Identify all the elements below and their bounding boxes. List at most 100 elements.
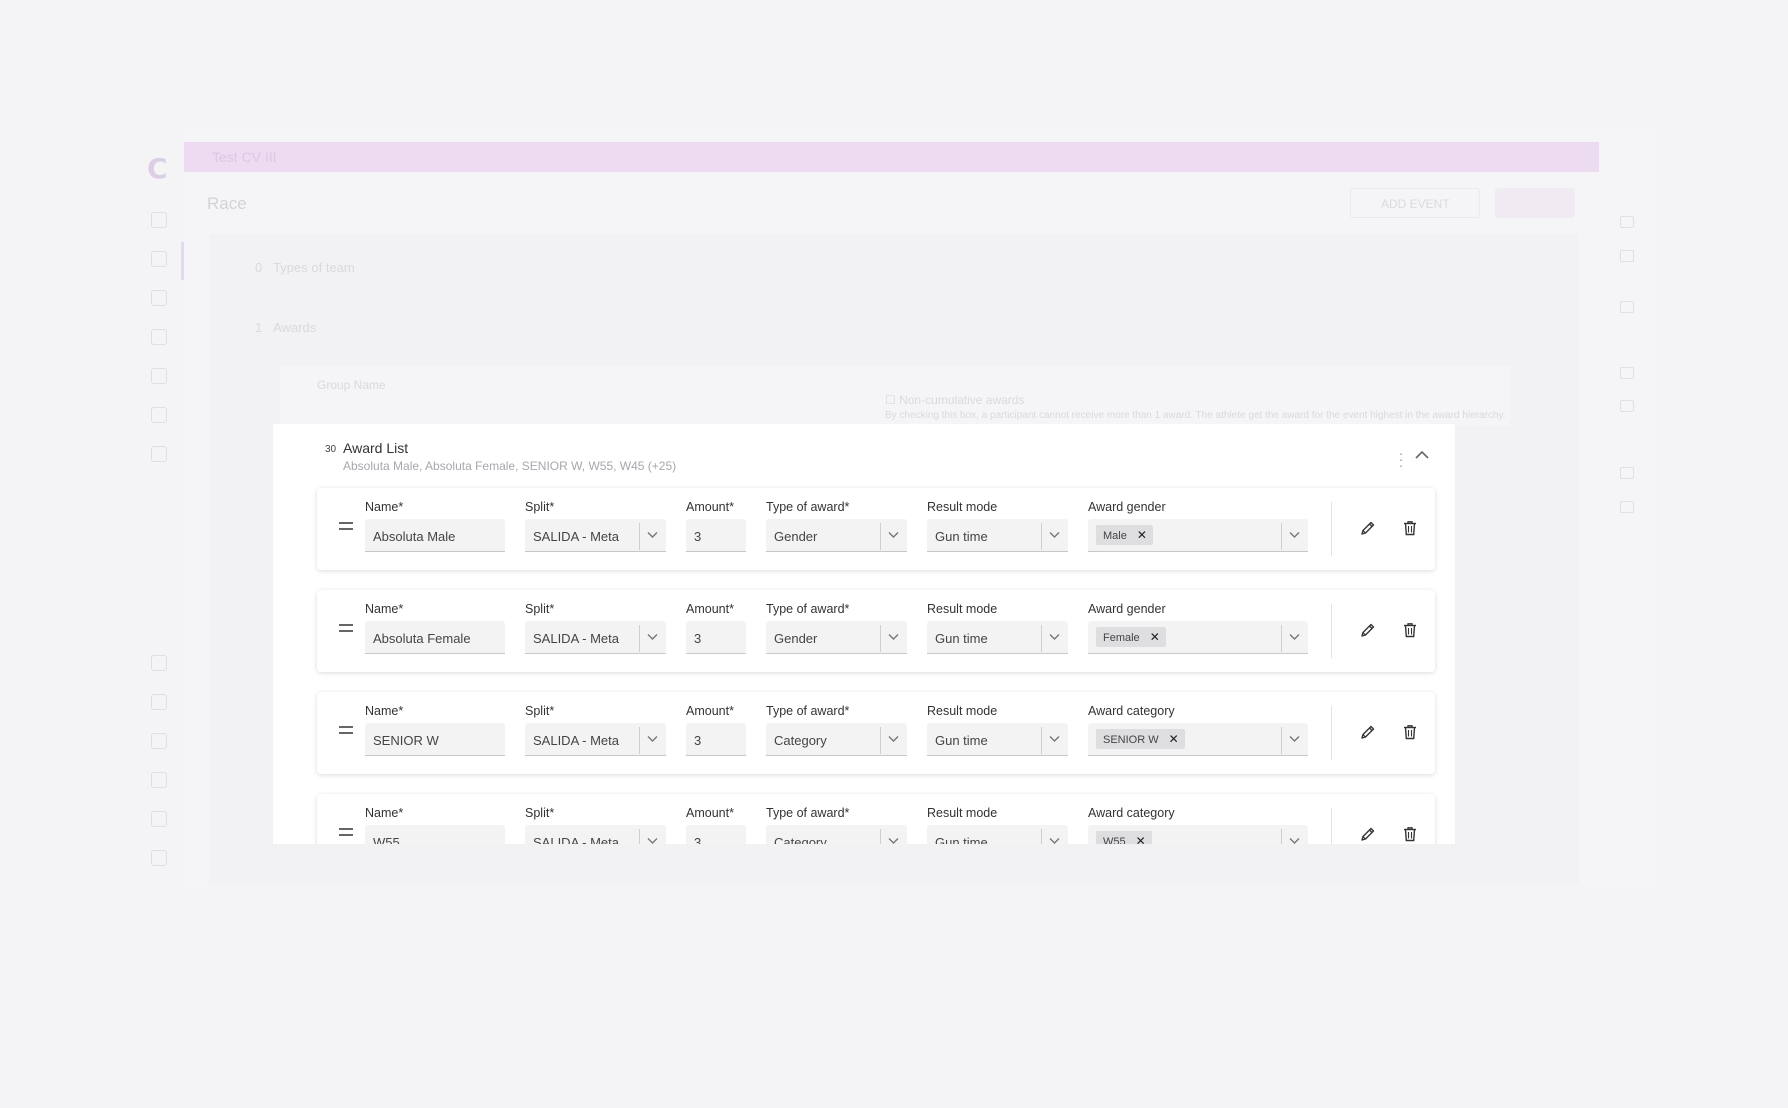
trophy-icon[interactable] (151, 251, 167, 267)
pencil-icon[interactable] (1360, 724, 1376, 740)
save-button[interactable] (1495, 188, 1575, 218)
amount-input[interactable]: 3 (686, 825, 746, 844)
grid-icon[interactable] (151, 446, 167, 462)
runner-icon[interactable] (151, 290, 167, 306)
chevron-down-icon (1049, 532, 1060, 538)
award-row: Name* W55 Split* SALIDA - Meta Amount* 3… (317, 794, 1435, 844)
remove-tag-icon[interactable]: ✕ (1136, 834, 1146, 844)
remove-tag-icon[interactable]: ✕ (1137, 528, 1147, 542)
amount-input[interactable]: 3 (686, 519, 746, 552)
drag-handle-icon[interactable] (339, 522, 353, 530)
section-types-of-team[interactable]: 0 Types of team (255, 260, 355, 275)
name-label: Name* (365, 602, 404, 616)
award-list-card: 30 Award List Absoluta Male, Absoluta Fe… (273, 424, 1455, 844)
filter-select[interactable]: Female ✕ (1088, 621, 1308, 654)
split-value: SALIDA - Meta (533, 631, 619, 646)
right-tool-rail (1600, 130, 1655, 885)
amount-input[interactable]: 3 (686, 621, 746, 654)
filter-select[interactable]: SENIOR W ✕ (1088, 723, 1308, 756)
chevron-down-icon (647, 736, 658, 742)
wifi-icon[interactable] (151, 655, 167, 671)
pencil-icon[interactable] (1360, 520, 1376, 536)
drag-handle-icon[interactable] (339, 726, 353, 734)
pencil-icon[interactable] (1360, 622, 1376, 638)
name-input[interactable]: SENIOR W (365, 723, 505, 756)
filter-select[interactable]: Male ✕ (1088, 519, 1308, 552)
name-input[interactable]: Absoluta Male (365, 519, 505, 552)
cloud-upload-icon[interactable] (1620, 501, 1634, 513)
clock-icon[interactable] (151, 407, 167, 423)
chart-icon[interactable] (151, 212, 167, 228)
type-select[interactable]: Category (766, 723, 907, 756)
filter-tag-label: Female (1103, 632, 1140, 644)
filter-field: Award gender Female ✕ (1088, 602, 1308, 654)
trash-icon[interactable] (1402, 724, 1418, 740)
event-selector[interactable]: Test CV III (212, 149, 277, 165)
split-label: Split* (525, 704, 555, 718)
type-select[interactable]: Category (766, 825, 907, 844)
row-divider (1331, 502, 1332, 556)
stopwatch-icon[interactable] (1620, 301, 1634, 313)
amount-label: Amount* (686, 602, 734, 616)
type-value: Gender (774, 529, 818, 544)
filter-tag: Female ✕ (1096, 627, 1166, 647)
chevron-down-icon (1289, 532, 1300, 538)
result-mode-select[interactable]: Gun time (927, 723, 1068, 756)
sync-icon[interactable] (151, 694, 167, 710)
download-icon[interactable] (1620, 216, 1634, 228)
drag-handle-icon[interactable] (339, 828, 353, 836)
logout-icon[interactable] (151, 850, 167, 866)
split-select[interactable]: SALIDA - Meta (525, 621, 666, 654)
add-event-button[interactable]: ADD EVENT (1350, 188, 1480, 218)
chevron-down-icon (647, 634, 658, 640)
result-mode-value: Gun time (935, 733, 988, 748)
help-icon[interactable] (151, 772, 167, 788)
monitor-icon[interactable] (1620, 400, 1634, 412)
filter-label: Award category (1088, 704, 1175, 718)
amount-field: Amount* 3 (686, 806, 746, 844)
document-icon[interactable] (151, 368, 167, 384)
split-select[interactable]: SALIDA - Meta (525, 723, 666, 756)
award-row: Name* Absoluta Male Split* SALIDA - Meta… (317, 488, 1435, 570)
amount-input[interactable]: 3 (686, 723, 746, 756)
type-label: Type of award* (766, 500, 850, 514)
split-label: Split* (525, 500, 555, 514)
pencil-icon[interactable] (1360, 826, 1376, 842)
type-select[interactable]: Gender (766, 519, 907, 552)
app-logo: C (147, 152, 168, 185)
filter-select[interactable]: W55 ✕ (1088, 825, 1308, 844)
chevron-down-icon (647, 532, 658, 538)
filter-field: Award category W55 ✕ (1088, 806, 1308, 844)
chevron-down-icon (647, 838, 658, 844)
name-input[interactable]: Absoluta Female (365, 621, 505, 654)
scan-icon[interactable] (151, 329, 167, 345)
split-select[interactable]: SALIDA - Meta (525, 825, 666, 844)
trash-icon[interactable] (1402, 520, 1418, 536)
type-select[interactable]: Gender (766, 621, 907, 654)
result-mode-select[interactable]: Gun time (927, 621, 1068, 654)
drag-handle-icon[interactable] (339, 624, 353, 632)
bug-icon[interactable] (151, 733, 167, 749)
file-icon[interactable] (1620, 250, 1634, 262)
more-options-icon[interactable]: · · · (1396, 446, 1406, 472)
settings-icon[interactable] (151, 811, 167, 827)
event-topbar: Test CV III (184, 142, 1599, 172)
remove-tag-icon[interactable]: ✕ (1169, 732, 1179, 746)
non-cumulative-checkbox[interactable]: ☐ Non-cumulative awards (885, 393, 1024, 407)
section-awards[interactable]: 1 Awards (255, 320, 316, 335)
result-mode-select[interactable]: Gun time (927, 519, 1068, 552)
nav-active-indicator (181, 242, 184, 280)
award-list-header[interactable]: 30 Award List Absoluta Male, Absoluta Fe… (273, 424, 1455, 486)
upload-icon[interactable] (1620, 467, 1634, 479)
result-mode-select[interactable]: Gun time (927, 825, 1068, 844)
trash-icon[interactable] (1402, 826, 1418, 842)
laptop-icon[interactable] (1620, 367, 1634, 379)
chevron-up-icon[interactable] (1413, 446, 1431, 464)
remove-tag-icon[interactable]: ✕ (1150, 630, 1160, 644)
split-field: Split* SALIDA - Meta (525, 500, 666, 552)
award-row: Name* SENIOR W Split* SALIDA - Meta Amou… (317, 692, 1435, 774)
name-input[interactable]: W55 (365, 825, 505, 844)
trash-icon[interactable] (1402, 622, 1418, 638)
name-label: Name* (365, 500, 404, 514)
split-select[interactable]: SALIDA - Meta (525, 519, 666, 552)
